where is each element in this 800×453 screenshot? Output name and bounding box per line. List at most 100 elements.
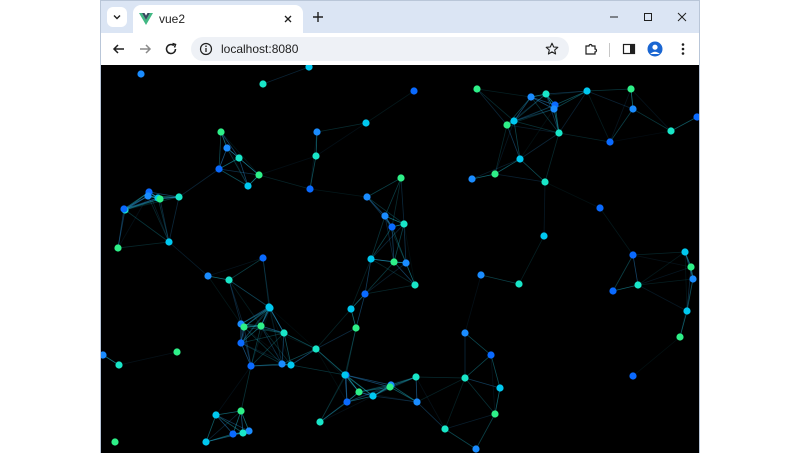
- network-link: [494, 158, 521, 175]
- network-link: [258, 155, 317, 176]
- network-node: [244, 182, 252, 190]
- forward-button[interactable]: [135, 39, 155, 59]
- network-node: [516, 155, 524, 163]
- network-node: [683, 307, 691, 315]
- maximize-icon: [644, 13, 652, 21]
- close-icon[interactable]: [279, 10, 297, 28]
- network-node: [515, 280, 523, 288]
- close-window-button[interactable]: [671, 8, 693, 26]
- network-link: [558, 132, 611, 143]
- network-node: [212, 411, 220, 419]
- network-link: [260, 325, 317, 350]
- network-link: [679, 310, 688, 338]
- tab-strip: vue2: [101, 1, 699, 33]
- star-icon[interactable]: [545, 42, 559, 56]
- network-node: [681, 248, 689, 256]
- network-node: [347, 305, 355, 313]
- tab-search-button[interactable]: [107, 7, 127, 27]
- network-node: [352, 324, 360, 332]
- network-node: [510, 117, 518, 125]
- network-link: [444, 377, 466, 430]
- profile-button[interactable]: [645, 39, 665, 59]
- network-link: [178, 168, 220, 198]
- network-node: [468, 175, 476, 183]
- network-link: [494, 387, 501, 415]
- network-link: [400, 177, 405, 225]
- network-link: [544, 181, 601, 209]
- network-node: [287, 361, 295, 369]
- network-node: [312, 345, 320, 353]
- network-node: [676, 333, 684, 341]
- network-link: [384, 177, 402, 217]
- page-canvas[interactable]: [101, 65, 699, 453]
- network-node: [634, 281, 642, 289]
- network-link: [207, 275, 242, 325]
- network-link: [364, 284, 416, 295]
- network-node: [237, 407, 245, 415]
- network-node: [477, 271, 485, 279]
- network-node: [312, 152, 320, 160]
- kebab-menu-icon: [681, 43, 685, 55]
- network-node: [239, 429, 247, 437]
- network-link: [220, 131, 260, 176]
- network-node: [400, 220, 408, 228]
- network-link: [612, 284, 639, 292]
- network-node: [235, 154, 243, 162]
- network-link: [281, 348, 317, 365]
- network-node: [341, 371, 349, 379]
- url-text[interactable]: localhost:8080: [221, 42, 545, 56]
- network-node: [280, 329, 288, 337]
- network-link: [228, 279, 262, 327]
- side-panel-button[interactable]: [619, 39, 639, 59]
- network-link: [159, 198, 170, 243]
- network-link: [258, 174, 311, 190]
- network-node: [461, 329, 469, 337]
- network-node: [240, 323, 248, 331]
- plus-icon: [313, 12, 323, 22]
- network-node: [115, 361, 123, 369]
- tab-vue2[interactable]: vue2: [133, 5, 303, 33]
- network-link: [464, 332, 492, 356]
- network-link: [632, 251, 686, 256]
- browser-window: vue2 localhost:8080: [100, 0, 700, 453]
- close-icon: [677, 12, 687, 22]
- network-node: [540, 232, 548, 240]
- network-link: [670, 116, 698, 132]
- network-node: [390, 258, 398, 266]
- maximize-button[interactable]: [637, 8, 659, 26]
- network-link: [464, 377, 496, 415]
- network-node: [316, 418, 324, 426]
- chevron-down-icon: [113, 15, 121, 20]
- extensions-button[interactable]: [581, 39, 601, 59]
- network-link: [309, 188, 368, 198]
- network-node: [259, 254, 267, 262]
- network-link: [494, 120, 515, 175]
- reload-button[interactable]: [161, 39, 181, 59]
- info-icon[interactable]: [199, 42, 213, 56]
- network-link: [168, 241, 209, 277]
- network-node: [255, 171, 263, 179]
- minimize-icon: [610, 16, 618, 18]
- minimize-button[interactable]: [603, 8, 625, 26]
- network-link: [464, 377, 501, 389]
- network-link: [599, 207, 634, 256]
- network-node: [386, 383, 394, 391]
- network-node: [306, 185, 314, 193]
- network-link: [632, 254, 639, 286]
- network-link: [309, 131, 318, 190]
- network-node: [229, 430, 237, 438]
- new-tab-button[interactable]: [309, 8, 327, 26]
- network-node: [667, 127, 675, 135]
- network-link: [543, 181, 546, 237]
- network-node: [542, 90, 550, 98]
- network-node: [402, 259, 410, 267]
- network-link: [372, 395, 418, 403]
- arrow-right-icon: [140, 44, 152, 54]
- network-link: [344, 327, 357, 376]
- network-node: [237, 339, 245, 347]
- network-link: [207, 257, 264, 277]
- menu-button[interactable]: [673, 39, 693, 59]
- back-button[interactable]: [109, 39, 129, 59]
- address-bar[interactable]: localhost:8080: [191, 37, 569, 61]
- network-node: [609, 287, 617, 295]
